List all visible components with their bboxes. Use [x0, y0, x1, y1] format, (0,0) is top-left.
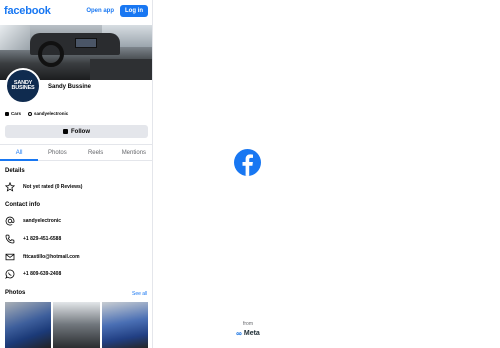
photo-grid	[5, 302, 148, 348]
contact-phone[interactable]: +1 829-451-6588	[23, 236, 61, 242]
email-icon	[5, 253, 15, 261]
at-icon	[5, 216, 15, 226]
contact-email[interactable]: fttcastillo@hotmail.com	[23, 254, 80, 260]
details-title: Details	[5, 168, 25, 174]
rating-text: Not yet rated (0 Reviews)	[23, 184, 83, 190]
top-bar: facebook Open app Log in	[0, 0, 152, 22]
profile-panel: facebook Open app Log in SANDY BUSINES S…	[0, 0, 153, 348]
contact-title: Contact info	[5, 202, 40, 208]
briefcase-icon	[5, 111, 9, 116]
contact-username-row: sandyelectronic	[5, 216, 61, 226]
photo-thumbnail[interactable]	[5, 302, 52, 348]
photo-thumbnail[interactable]	[53, 302, 100, 348]
login-button[interactable]: Log in	[120, 5, 148, 17]
instagram-icon	[28, 111, 33, 116]
tab-photos[interactable]: Photos	[38, 145, 76, 160]
profile-meta: Cars sandyelectronic	[5, 111, 68, 116]
facebook-logo[interactable]: facebook	[4, 5, 51, 17]
follow-label: Follow	[71, 128, 90, 135]
tab-all[interactable]: All	[0, 145, 39, 161]
contact-username[interactable]: sandyelectronic	[23, 218, 61, 224]
photo-thumbnail[interactable]	[101, 302, 148, 348]
star-icon	[5, 182, 15, 192]
profile-username[interactable]: sandyelectronic	[34, 111, 68, 116]
contact-phone-row: +1 829-451-6588	[5, 234, 61, 244]
open-app-button[interactable]: Open app	[86, 8, 114, 14]
avatar-text: SANDY BUSINES	[11, 79, 35, 91]
rating-row: Not yet rated (0 Reviews)	[5, 182, 82, 192]
contact-whatsapp-row: +1 809-639-2408	[5, 269, 61, 279]
profile-name: Sandy Bussine	[48, 84, 92, 90]
contact-whatsapp[interactable]: +1 809-639-2408	[23, 271, 61, 277]
profile-category: Cars	[11, 111, 22, 116]
profile-avatar[interactable]: SANDY BUSINES	[5, 68, 41, 104]
follow-button[interactable]: Follow	[5, 125, 148, 138]
phone-icon	[5, 234, 15, 244]
contact-email-row: fttcastillo@hotmail.com	[5, 252, 80, 262]
whatsapp-icon	[5, 269, 15, 279]
from-meta-footer: from ∞ Meta	[224, 321, 272, 338]
photos-title: Photos	[5, 290, 26, 296]
facebook-f-icon	[234, 149, 261, 176]
profile-tabs: All Photos Reels Mentions	[0, 144, 152, 161]
messenger-icon	[63, 129, 68, 134]
meta-brand: Meta	[243, 330, 260, 337]
tab-reels[interactable]: Reels	[77, 145, 115, 160]
see-all-link[interactable]: See all	[132, 291, 147, 297]
from-label: from	[243, 321, 253, 327]
tab-mentions[interactable]: Mentions	[115, 145, 152, 160]
meta-logo-icon: ∞	[236, 329, 242, 338]
